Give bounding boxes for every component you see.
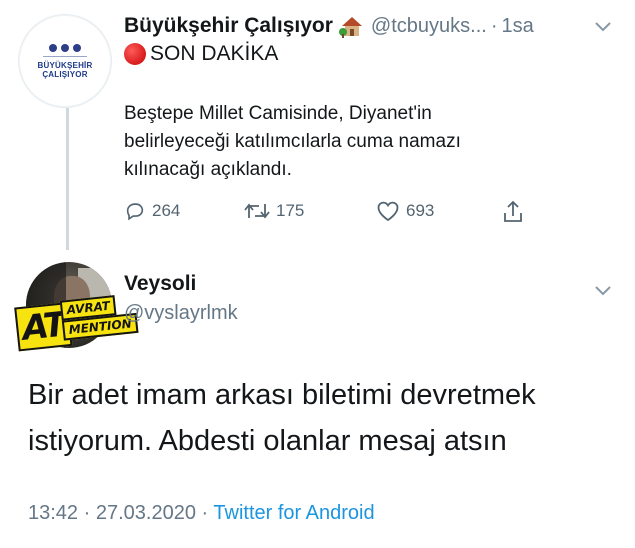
tweet-actions: 264 175 693	[124, 200, 544, 226]
like-button[interactable]: 693	[376, 200, 434, 222]
meta-dot: ·	[201, 502, 209, 524]
reply-button[interactable]: 264	[124, 200, 180, 222]
thread-connector-line	[66, 108, 69, 250]
author-handle[interactable]: @tcbuyuks...	[371, 15, 487, 38]
tweet-source-link[interactable]: Twitter for Android	[213, 502, 374, 524]
tweet-body-line: belirleyeceği katılımcılarla cuma namazı	[124, 131, 461, 152]
reply-avatar[interactable]: AT AVRAT MENTION	[14, 262, 139, 362]
breaking-text: SON DAKİKA	[150, 42, 279, 65]
retweet-icon	[244, 203, 270, 219]
tweet-timestamp[interactable]: 1sa	[502, 15, 534, 38]
reply-body-line: Bir adet imam arkası biletimi devretmek	[28, 379, 536, 411]
logo-divider	[43, 55, 87, 57]
logo-dots	[49, 43, 81, 52]
share-button[interactable]	[502, 200, 530, 224]
tweet-date[interactable]: 27.03.2020	[96, 502, 196, 524]
share-icon	[504, 200, 522, 222]
tweet-header: Büyükşehir Çalışıyor @tcbuyuks... · 1sa	[124, 12, 613, 40]
reply-body-line: istiyorum. Abdesti olanlar mesaj atsın	[28, 425, 507, 457]
author-name[interactable]: Büyükşehir Çalışıyor	[124, 14, 333, 38]
meta-dot: ·	[83, 502, 91, 524]
heart-icon	[377, 201, 399, 222]
tweet-time[interactable]: 13:42	[28, 502, 78, 524]
tweet-body-line: kılınacağı açıklandı.	[124, 159, 292, 180]
reply-icon	[126, 203, 144, 221]
like-count: 693	[406, 201, 435, 220]
retweet-count: 175	[276, 201, 305, 220]
house-with-garden-icon	[338, 17, 362, 38]
breaking-news-label: SON DAKİKA	[124, 42, 278, 66]
retweet-button[interactable]: 175	[244, 200, 304, 222]
tweet-body-line: Beştepe Millet Camisinde, Diyanet'in	[124, 103, 432, 124]
reply-author-name[interactable]: Veysoli	[124, 272, 196, 296]
reply-body: Bir adet imam arkası biletimi devretmek …	[28, 372, 618, 464]
reply-author-handle[interactable]: @vyslayrlmk	[124, 302, 238, 325]
red-circle-icon	[124, 43, 146, 65]
reply-count: 264	[152, 201, 181, 220]
chevron-down-icon[interactable]	[593, 280, 613, 300]
avatar-logo-line1: BÜYÜKŞEHİR	[37, 60, 93, 70]
tweet-body: Beştepe Millet Camisinde, Diyanet'in bel…	[124, 100, 584, 184]
tweet-meta: 13:42 · 27.03.2020 · Twitter for Android	[28, 502, 375, 525]
chevron-down-icon[interactable]	[593, 16, 613, 36]
avatar-logo-line2: ÇALIŞIYOR	[42, 69, 88, 79]
separator-dot: ·	[490, 14, 498, 37]
avatar[interactable]: BÜYÜKŞEHİR ÇALIŞIYOR	[18, 14, 112, 108]
